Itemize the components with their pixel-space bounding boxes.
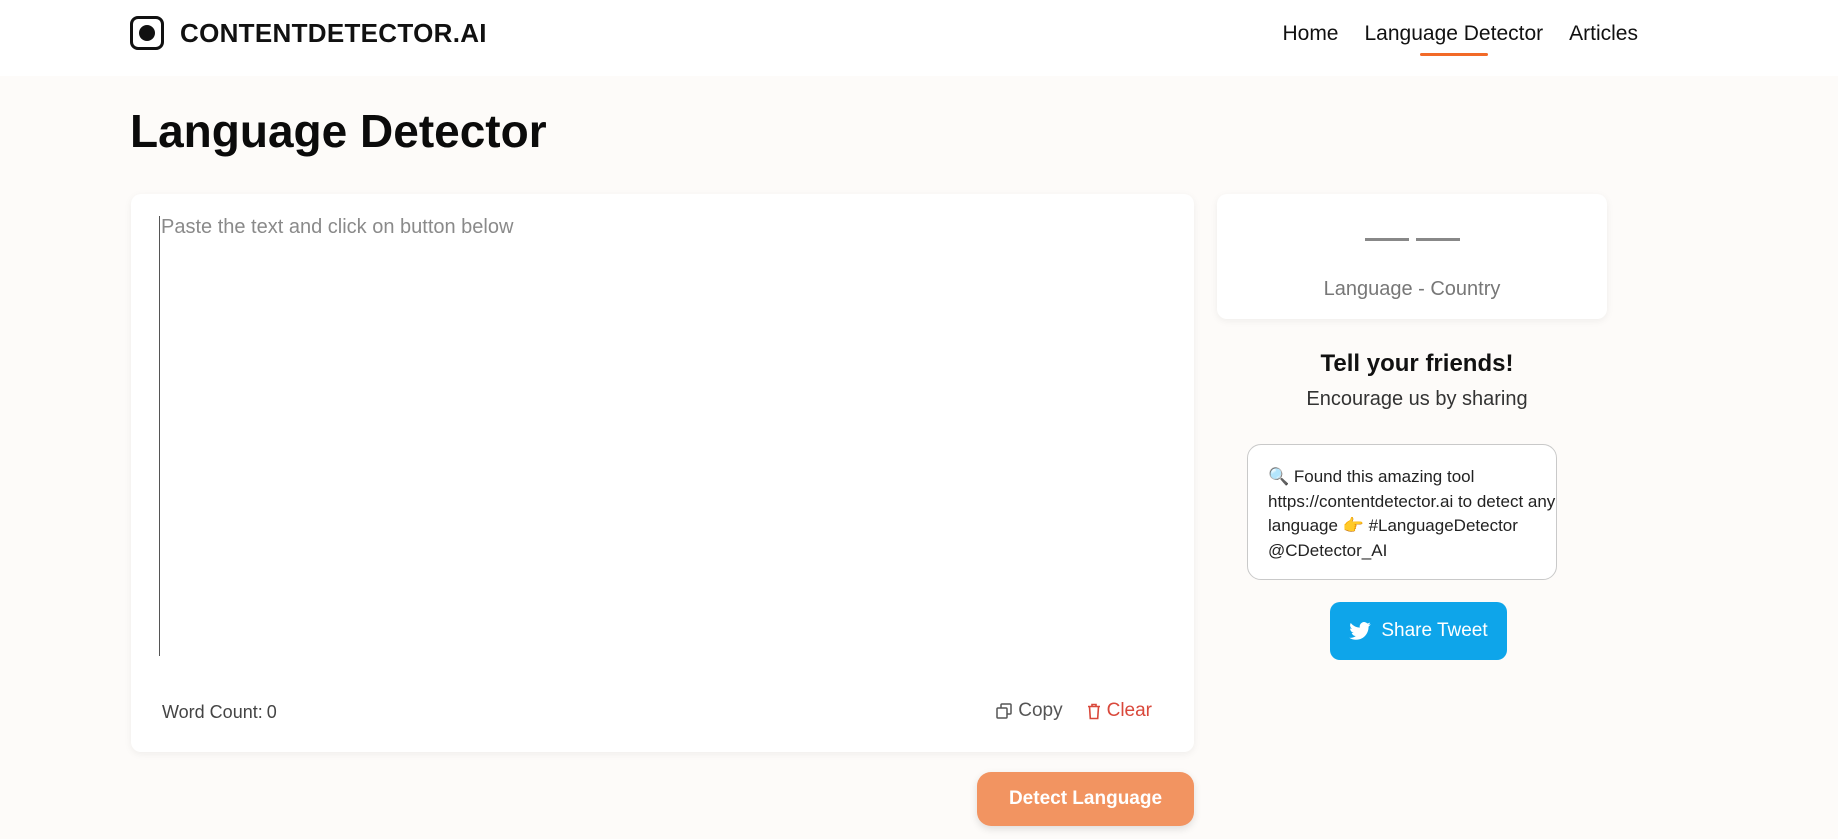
trash-icon [1087,703,1100,719]
word-count: Word Count: 0 [162,702,277,723]
text-input[interactable] [159,216,1161,656]
text-editor-card: Word Count:0 Copy Clear [131,194,1194,752]
nav-articles[interactable]: Articles [1569,22,1638,46]
editor-actions: Copy Clear [996,700,1152,722]
word-count-label: Word Count: [162,702,263,722]
share-section: Tell your friends! Encourage us by shari… [1217,350,1617,411]
clear-button[interactable]: Clear [1087,700,1152,722]
detect-language-button[interactable]: Detect Language [977,772,1194,826]
page-title: Language Detector [130,105,547,157]
share-heading: Tell your friends! [1320,350,1514,377]
result-card: Language - Country [1217,194,1607,319]
logo-icon [130,16,164,50]
word-count-value: 0 [266,702,277,722]
share-tweet-button[interactable]: Share Tweet [1330,602,1507,660]
result-label: Language - Country [1323,278,1501,300]
clear-label: Clear [1106,700,1152,721]
share-tweet-label: Share Tweet [1381,620,1488,641]
copy-label: Copy [1018,700,1063,721]
nav-language-detector[interactable]: Language Detector [1365,22,1544,46]
nav-home[interactable]: Home [1282,22,1338,46]
site-header: CONTENTDETECTOR.AI Home Language Detecto… [0,0,1838,76]
twitter-icon [1349,622,1372,640]
copy-icon [996,703,1012,719]
result-placeholder [1217,238,1607,241]
copy-button[interactable]: Copy [996,700,1063,722]
main-nav: Home Language Detector Articles [1282,22,1638,46]
brand-name: CONTENTDETECTOR.AI [180,17,487,48]
share-subheading: Encourage us by sharing [1306,388,1528,410]
logo[interactable]: CONTENTDETECTOR.AI [130,16,487,50]
tweet-preview: 🔍 Found this amazing tool https://conten… [1247,444,1557,580]
